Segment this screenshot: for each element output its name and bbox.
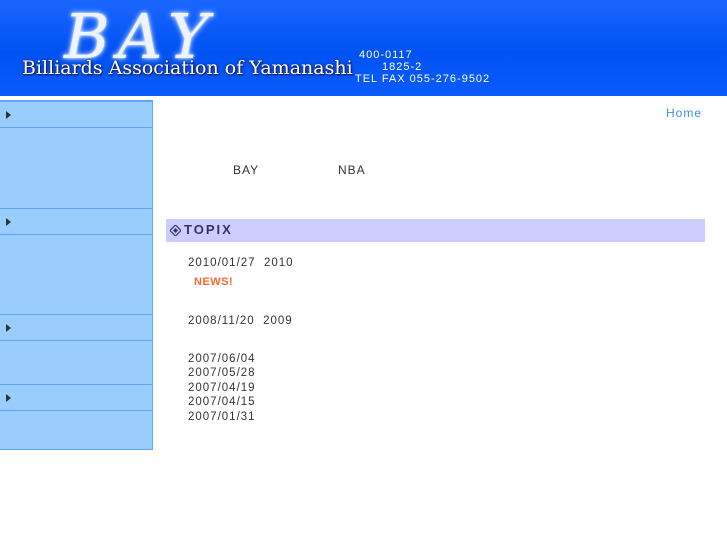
news-date: 2007/05/28 <box>188 367 256 379</box>
street-address: 1825-2 <box>382 61 423 73</box>
news-date: 2007/04/15 <box>188 396 256 408</box>
site-header: BAY Billiards Association of Yamanashi 4… <box>0 0 727 96</box>
news-date: 2008/11/20 <box>188 315 255 327</box>
news-badge: NEWS! <box>194 276 234 288</box>
sidebar-item-4[interactable] <box>0 384 152 411</box>
triangle-right-icon <box>6 394 11 402</box>
topix-title: TOPIX <box>184 222 233 237</box>
diamond-bullet-icon <box>170 225 181 236</box>
triangle-right-icon <box>6 111 11 119</box>
intro-text-bay: BAY <box>233 163 260 177</box>
news-text: 2009 <box>263 315 293 327</box>
news-item[interactable]: 2007/04/15 <box>188 395 256 409</box>
news-item[interactable]: 2007/01/31 <box>188 410 256 424</box>
triangle-right-icon <box>6 324 11 332</box>
news-text: 2010 <box>263 257 294 269</box>
intro-text-nba: NBA <box>338 163 366 177</box>
topix-header: TOPIX <box>166 219 705 242</box>
news-date: 2007/06/04 <box>188 353 256 365</box>
news-item[interactable]: 2007/05/28 <box>188 366 256 380</box>
news-item[interactable]: 2007/04/19 <box>188 381 256 395</box>
news-date: 2007/04/19 <box>188 382 256 394</box>
tel-fax: TEL FAX 055-276-9502 <box>355 73 491 85</box>
sidebar-nav <box>0 100 153 450</box>
sidebar-item-3[interactable] <box>0 314 152 341</box>
news-item[interactable]: 2007/06/04 <box>188 352 256 366</box>
news-date: 2007/01/31 <box>188 411 256 423</box>
triangle-right-icon <box>6 218 11 226</box>
news-item[interactable]: 2008/11/20 2009 <box>188 314 293 328</box>
home-link[interactable]: Home <box>666 106 702 120</box>
news-date: 2010/01/27 <box>188 257 256 269</box>
sidebar-item-2[interactable] <box>0 208 152 235</box>
news-item[interactable]: 2010/01/27 2010 <box>188 256 294 270</box>
sidebar-item-1[interactable] <box>0 101 152 128</box>
site-logo-subtitle: Billiards Association of Yamanashi <box>22 57 353 79</box>
postal-code: 400-0117 <box>359 49 413 61</box>
